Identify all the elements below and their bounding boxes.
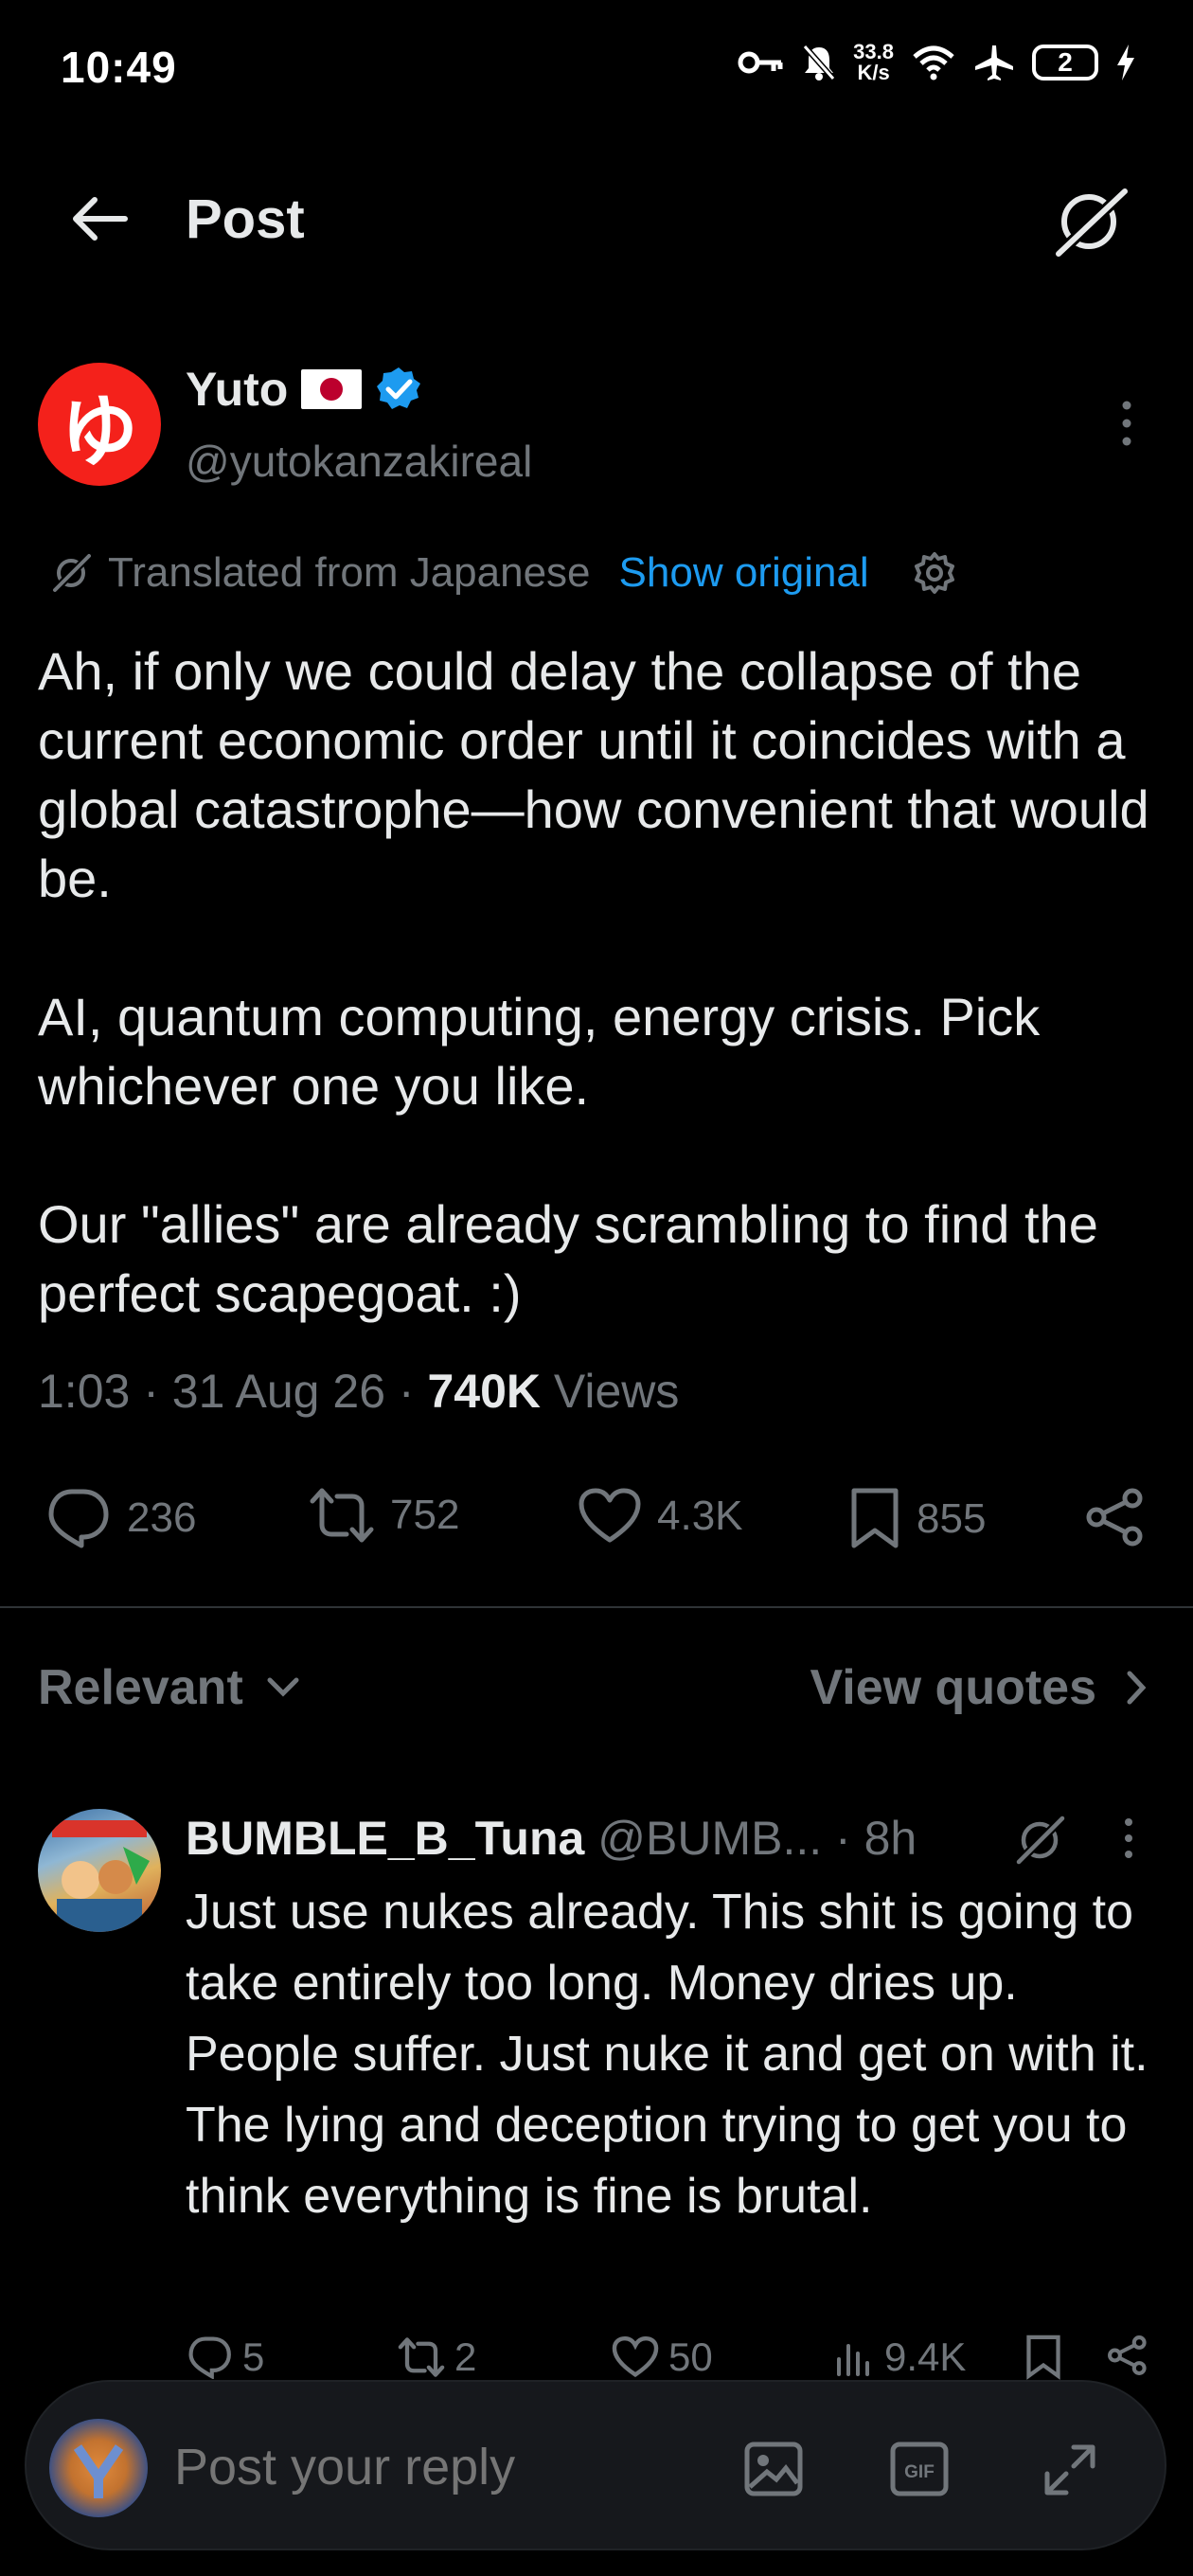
chevron-right-icon: [1127, 1671, 1147, 1705]
add-image-button[interactable]: [742, 2440, 805, 2498]
verified-badge-icon: [377, 367, 421, 409]
reply-reply-action[interactable]: 5: [186, 2334, 264, 2380]
share-action[interactable]: [1083, 1487, 1148, 1547]
post-text: Ah, if only we could delay the collapse …: [38, 641, 1149, 1323]
japan-flag-icon: [301, 369, 363, 409]
status-time-text: 10:49: [61, 43, 177, 92]
back-button[interactable]: [68, 195, 129, 242]
expand-composer-button[interactable]: [1040, 2440, 1100, 2500]
heart-icon: [612, 2335, 659, 2378]
gif-icon: GIF: [890, 2442, 949, 2496]
wifi-icon: [913, 45, 954, 80]
reply-count: 236: [127, 1494, 197, 1541]
vpn-key-icon: [738, 51, 783, 74]
post-date: 31 Aug 26: [171, 1365, 386, 1418]
more-vertical-icon: [1125, 1818, 1132, 1858]
more-vertical-icon: [1122, 401, 1131, 446]
grok-button[interactable]: [1053, 186, 1129, 258]
chevron-down-icon: [267, 1677, 299, 1697]
heart-icon: [579, 1488, 641, 1543]
reply-share-action[interactable]: [1106, 2334, 1149, 2376]
reply-author-handle[interactable]: @BUMB...: [597, 1812, 822, 1865]
bookmark-action[interactable]: 855: [848, 1487, 986, 1551]
reply-input[interactable]: [174, 2438, 704, 2496]
like-action[interactable]: 4.3K: [578, 1487, 743, 1546]
reply-author-name[interactable]: BUMBLE_B_Tuna: [186, 1812, 584, 1865]
post-time: 1:03: [38, 1365, 131, 1418]
reply-like-action[interactable]: 50: [612, 2334, 713, 2380]
grok-translate-icon: [52, 553, 92, 593]
share-icon: [1108, 2335, 1147, 2375]
status-icons: 33.8 K/s 2: [738, 42, 1136, 83]
reply-reply-count: 5: [242, 2334, 265, 2379]
reply-time: 8h: [864, 1812, 917, 1865]
reply-views-count: 9.4K: [884, 2334, 967, 2379]
reply-repost-action[interactable]: 2: [398, 2334, 476, 2380]
add-gif-button[interactable]: GIF: [888, 2440, 951, 2498]
svg-text:GIF: GIF: [904, 2462, 935, 2482]
gear-icon[interactable]: [913, 551, 956, 595]
author-name[interactable]: Yuto: [186, 362, 422, 417]
current-user-avatar[interactable]: [49, 2419, 148, 2517]
sort-label: Relevant: [38, 1660, 243, 1715]
movie-poster-avatar-image: [52, 1820, 150, 1932]
analytics-icon: [837, 2344, 869, 2376]
reply-action[interactable]: 236: [44, 1487, 196, 1549]
view-quotes-link[interactable]: View quotes: [810, 1659, 1148, 1716]
views-count: 740K: [427, 1365, 541, 1418]
translation-bar: Translated from Japanese Show original: [51, 549, 956, 597]
grok-icon: [1054, 187, 1129, 258]
reply-text: Just use nukes already. This shit is goi…: [186, 1885, 1148, 2224]
reply-header: BUMBLE_B_Tuna @BUMB... · 8h: [186, 1812, 917, 1865]
share-icon: [1086, 1488, 1143, 1547]
repost-count: 752: [390, 1492, 460, 1538]
post-meta: 1:03 · 31 Aug 26 · 740K Views: [38, 1365, 680, 1418]
author-avatar[interactable]: ゆ: [38, 363, 161, 486]
image-icon: [744, 2442, 803, 2496]
reply-icon: [48, 1489, 109, 1548]
page-title: Post: [186, 188, 305, 250]
bookmark-count: 855: [917, 1495, 987, 1542]
grok-icon: [1015, 1815, 1066, 1866]
author-name-text: Yuto: [186, 363, 289, 416]
network-speed: 33.8 K/s: [853, 40, 894, 84]
reply-like-count: 50: [668, 2334, 713, 2379]
like-count: 4.3K: [657, 1493, 743, 1539]
status-time: 10:49: [61, 42, 177, 93]
charging-bolt-icon: [1117, 45, 1134, 80]
author-handle[interactable]: @yutokanzakireal: [186, 436, 532, 487]
view-quotes-label: View quotes: [810, 1660, 1096, 1715]
views-label: Views: [553, 1365, 680, 1418]
sort-relevant-dropdown[interactable]: Relevant: [38, 1659, 302, 1716]
post-more-button[interactable]: [1117, 400, 1136, 447]
translated-label: Translated from Japanese: [108, 549, 591, 596]
bookmark-icon: [851, 1488, 899, 1548]
reply-repost-count: 2: [454, 2334, 477, 2379]
bookmark-icon: [1026, 2334, 1060, 2380]
repost-icon: [398, 2337, 445, 2377]
arrow-left-icon: [73, 197, 128, 241]
repost-icon: [310, 1488, 374, 1543]
team-logo-avatar-image: [73, 2444, 124, 2498]
reply-bookmark-action[interactable]: [1024, 2334, 1062, 2380]
reply-more-button[interactable]: [1121, 1816, 1136, 1860]
airplane-mode-icon: [975, 45, 1013, 80]
reply-icon: [188, 2336, 231, 2379]
show-original-link[interactable]: Show original: [619, 549, 869, 597]
reply-grok-button[interactable]: [1015, 1815, 1066, 1866]
reply-author-avatar[interactable]: [38, 1809, 161, 1932]
repost-action[interactable]: 752: [309, 1487, 459, 1544]
battery-indicator: 2: [1032, 45, 1098, 80]
reply-views-action[interactable]: 9.4K: [833, 2334, 966, 2380]
expand-icon: [1044, 2444, 1095, 2496]
bell-muted-icon: [802, 45, 836, 80]
divider: [0, 1606, 1193, 1608]
